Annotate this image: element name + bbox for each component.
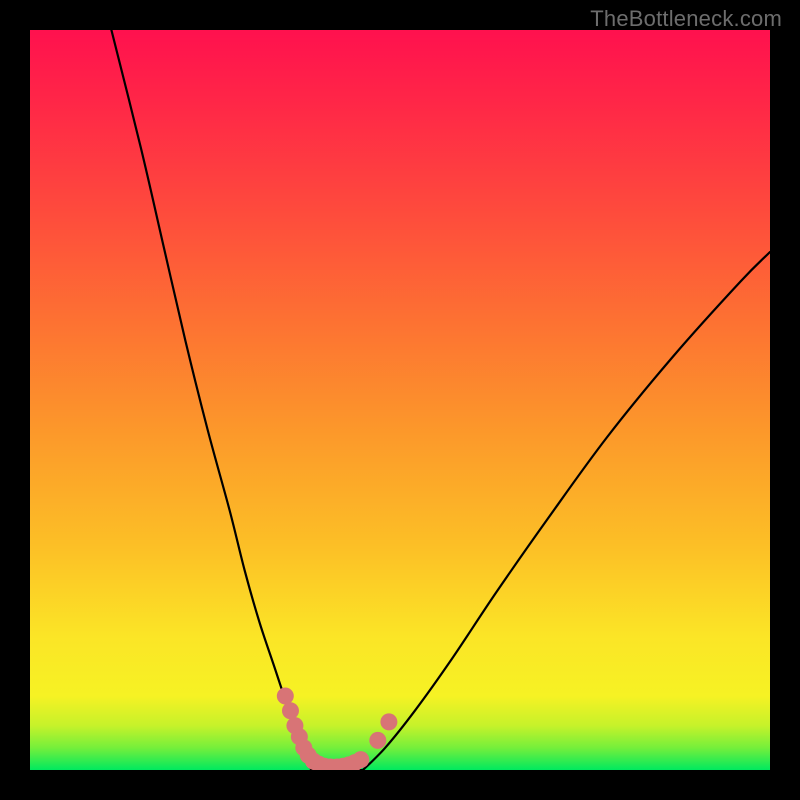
data-point: [352, 751, 369, 768]
data-point: [277, 688, 294, 705]
chart-svg: [30, 30, 770, 770]
plot-area: [30, 30, 770, 770]
chart-frame: TheBottleneck.com: [0, 0, 800, 800]
data-point: [282, 702, 299, 719]
gradient-background: [30, 30, 770, 770]
watermark-text: TheBottleneck.com: [590, 6, 782, 32]
data-point: [369, 732, 386, 749]
data-point: [380, 713, 397, 730]
